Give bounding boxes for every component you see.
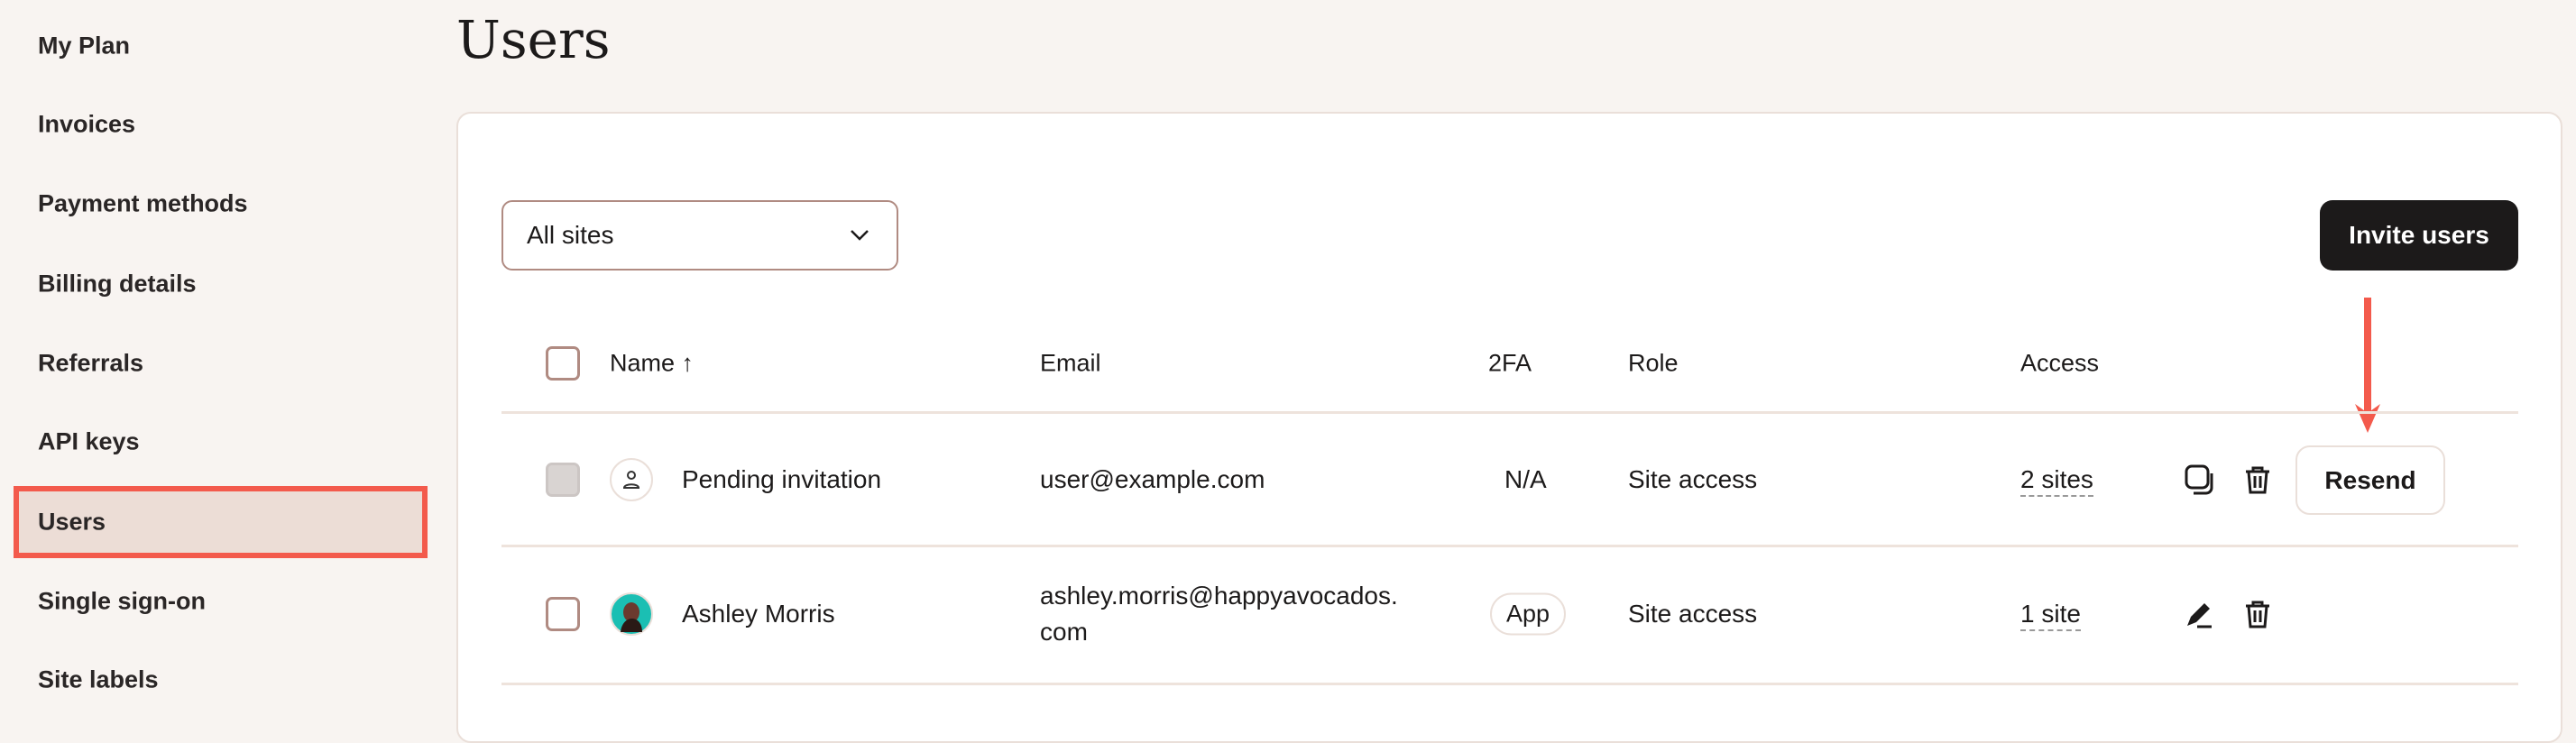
page-title: Users xyxy=(456,9,611,70)
sidebar-item-billing-details[interactable]: Billing details xyxy=(38,271,197,298)
site-filter-value: All sites xyxy=(527,221,614,249)
user-name: Ashley Morris xyxy=(682,600,835,628)
column-header-name[interactable]: Name ↑ xyxy=(610,350,694,378)
divider xyxy=(501,545,2518,547)
column-header-access: Access xyxy=(2020,349,2100,377)
user-role: Site access xyxy=(1628,600,1758,628)
sidebar-item-api-keys[interactable]: API keys xyxy=(38,428,140,456)
divider xyxy=(501,411,2518,414)
column-header-role: Role xyxy=(1628,349,1679,377)
sidebar-item-site-labels[interactable]: Site labels xyxy=(38,666,159,694)
avatar xyxy=(610,592,653,636)
sidebar-item-my-plan[interactable]: My Plan xyxy=(38,32,130,60)
row-checkbox xyxy=(546,463,580,497)
user-role: Site access xyxy=(1628,465,1758,493)
user-access-link[interactable]: 1 site xyxy=(2020,600,2081,631)
chevron-down-icon xyxy=(851,230,869,241)
user-access-link[interactable]: 2 sites xyxy=(2020,465,2093,497)
divider xyxy=(501,683,2518,685)
annotation-arrow-icon xyxy=(2355,298,2380,433)
select-all-checkbox[interactable] xyxy=(546,346,580,381)
sidebar-item-referrals[interactable]: Referrals xyxy=(38,350,143,378)
column-header-2fa: 2FA xyxy=(1488,349,1532,377)
resend-invitation-button[interactable]: Resend xyxy=(2295,445,2445,515)
sidebar-item-invoices[interactable]: Invoices xyxy=(38,111,135,139)
user-placeholder-icon xyxy=(610,458,653,501)
user-email-line2: com xyxy=(1040,618,1088,646)
row-checkbox[interactable] xyxy=(546,597,580,631)
column-header-name-label: Name xyxy=(610,349,676,377)
user-email: ashley.morris@happyavocados. com xyxy=(1040,578,1398,650)
copy-icon[interactable] xyxy=(2185,464,2215,495)
sort-ascending-icon: ↑ xyxy=(681,349,695,377)
column-header-email: Email xyxy=(1040,349,1101,377)
trash-icon[interactable] xyxy=(2244,600,2271,628)
user-access-label: 1 site xyxy=(2020,600,2081,631)
sidebar-item-single-sign-on[interactable]: Single sign-on xyxy=(38,588,206,616)
user-name: Pending invitation xyxy=(682,465,882,493)
sidebar-item-payment-methods[interactable]: Payment methods xyxy=(38,190,248,218)
site-filter-dropdown[interactable]: All sites xyxy=(501,200,898,271)
user-email: user@example.com xyxy=(1040,465,1265,493)
sidebar-item-users[interactable]: Users xyxy=(38,509,106,537)
user-access-label: 2 sites xyxy=(2020,465,2093,497)
user-2fa: N/A xyxy=(1504,465,1547,493)
invite-users-button[interactable]: Invite users xyxy=(2320,200,2518,271)
edit-icon[interactable] xyxy=(2185,599,2215,629)
trash-icon[interactable] xyxy=(2244,465,2271,494)
2fa-badge: App xyxy=(1490,592,1567,636)
user-email-line1: ashley.morris@happyavocados. xyxy=(1040,582,1398,610)
